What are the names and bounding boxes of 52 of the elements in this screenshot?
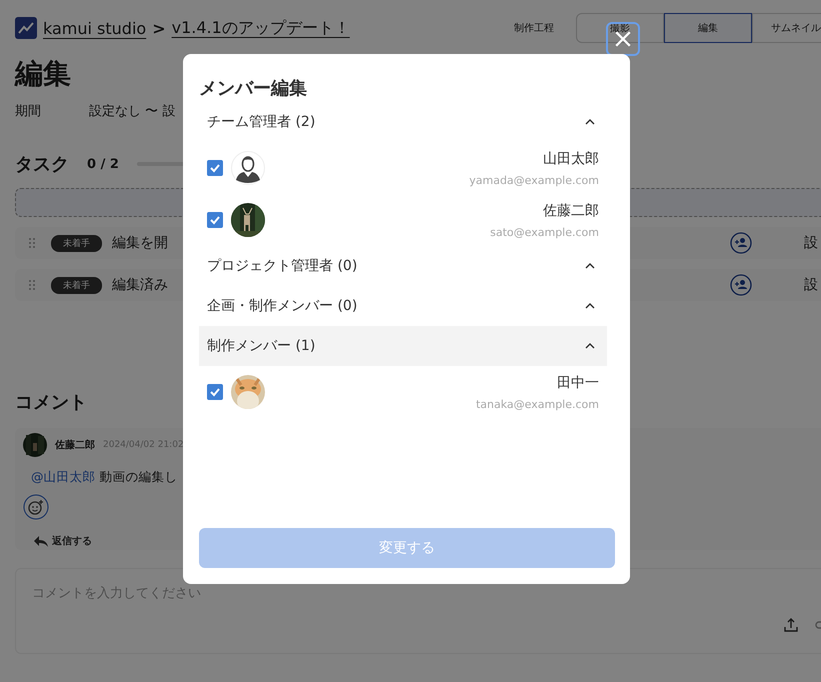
chevron-up-icon[interactable] <box>585 343 595 349</box>
status-badge: 未着手 <box>51 276 102 294</box>
period-value: 設定なし 〜 設 <box>89 103 176 120</box>
mention-link[interactable]: @山田太郎 <box>31 469 96 486</box>
add-reaction-icon[interactable] <box>23 494 49 520</box>
upload-icon[interactable] <box>783 617 799 633</box>
process-tab[interactable]: サムネイル <box>752 13 821 43</box>
check-icon <box>209 386 221 398</box>
process-tab[interactable]: 編集 <box>664 13 752 43</box>
reply-button[interactable]: 返信する <box>33 534 92 548</box>
add-person-icon[interactable] <box>730 274 752 296</box>
comment-text: 動画の編集し <box>100 469 178 486</box>
task-count: 0 / 2 <box>87 156 119 172</box>
chart-logo-icon <box>15 17 37 39</box>
member-name: 佐藤二郎 <box>543 202 599 220</box>
avatar-icon <box>231 151 265 185</box>
member-checkbox[interactable] <box>207 212 223 228</box>
member-name: 山田太郎 <box>543 150 599 168</box>
check-icon <box>209 162 221 174</box>
breadcrumb-separator: > <box>152 18 166 38</box>
drag-handle-icon[interactable] <box>29 280 35 290</box>
group-header[interactable]: 制作メンバー (1) <box>199 326 607 366</box>
group-header[interactable]: 企画・制作メンバー (0) <box>199 286 607 326</box>
task-name: 編集済み <box>112 276 168 294</box>
dialog-title: メンバー編集 <box>199 77 308 100</box>
page-title: 編集 <box>15 56 71 92</box>
reply-icon <box>33 535 49 547</box>
member-email: tanaka@example.com <box>476 398 599 410</box>
chevron-up-icon[interactable] <box>585 119 595 125</box>
chevron-up-icon[interactable] <box>585 263 595 269</box>
app-name-link[interactable]: kamui studio <box>43 18 146 38</box>
drag-handle-icon[interactable] <box>29 238 35 248</box>
member-name: 田中一 <box>557 374 599 392</box>
chevron-up-icon[interactable] <box>585 303 595 309</box>
task-name: 編集を開 <box>112 234 168 252</box>
comments-heading: コメント <box>15 391 87 414</box>
process-label: 制作工程 <box>514 22 554 35</box>
assignee-text: 設 <box>804 234 818 252</box>
period-label: 期間 <box>15 103 42 120</box>
status-badge: 未着手 <box>51 234 102 252</box>
member-checkbox[interactable] <box>207 160 223 176</box>
tasks-heading: タスク <box>15 153 69 176</box>
member-email: yamada@example.com <box>469 174 599 186</box>
assignee-text: 設 <box>804 276 818 294</box>
check-icon <box>209 214 221 226</box>
member-checkbox[interactable] <box>207 384 223 400</box>
member-email: sato@example.com <box>490 226 599 238</box>
group-header[interactable]: チーム管理者 (2) <box>199 102 607 142</box>
project-link[interactable]: v1.4.1のアップデート！ <box>172 18 350 38</box>
add-person-icon[interactable] <box>730 232 752 254</box>
group-header[interactable]: プロジェクト管理者 (0) <box>199 246 607 286</box>
comment-author: 佐藤二郎 <box>55 438 95 452</box>
